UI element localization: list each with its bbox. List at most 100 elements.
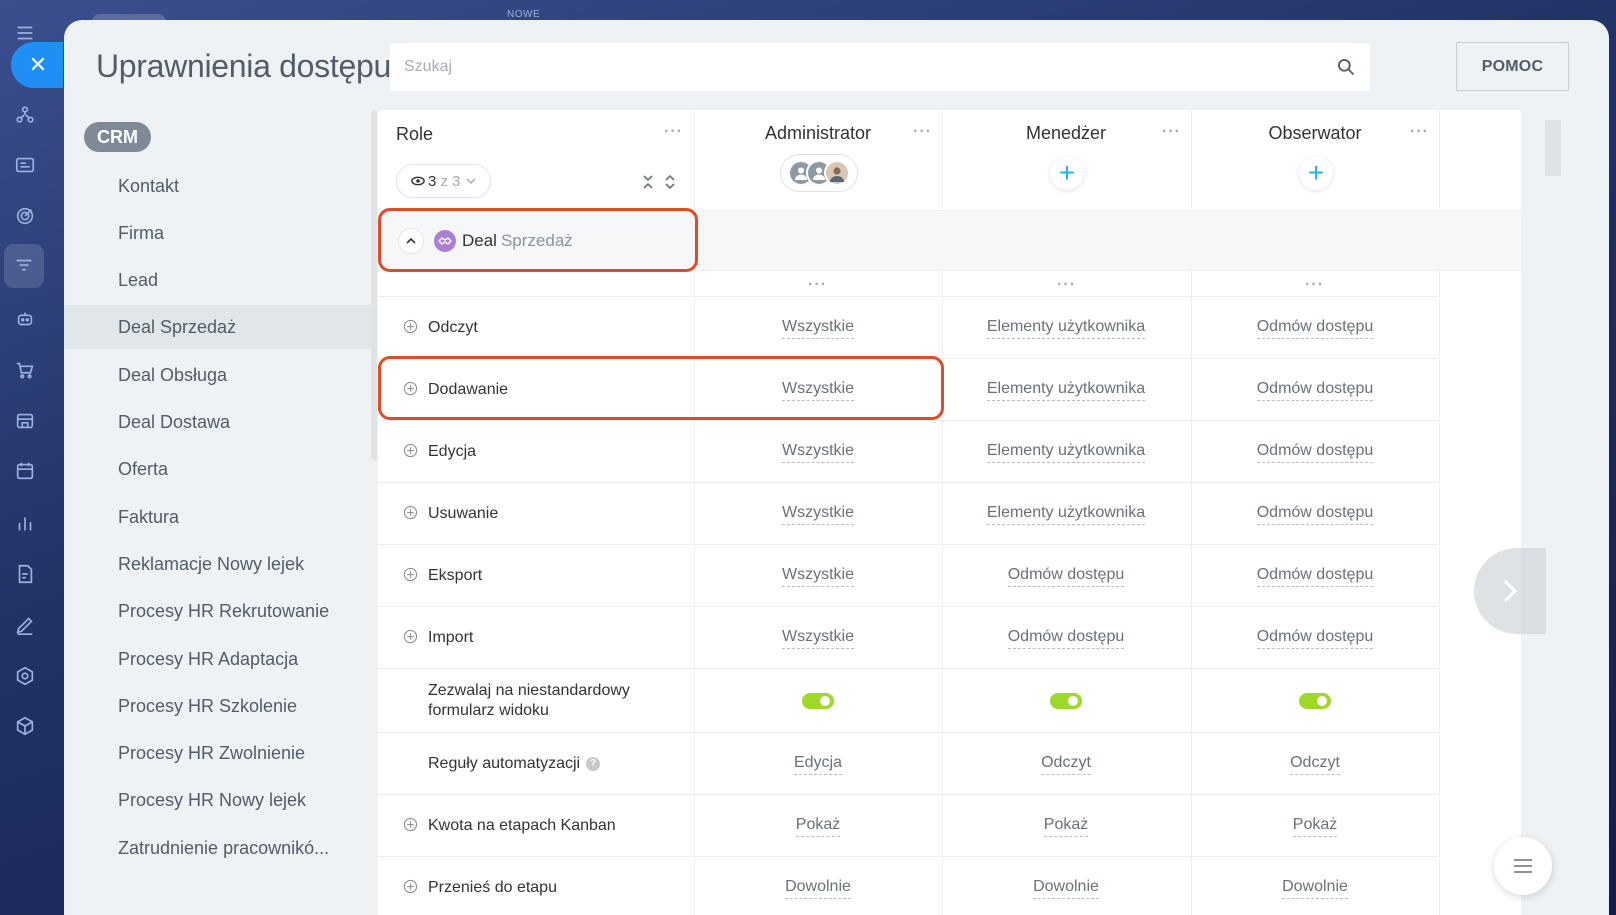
expand-row-icon[interactable]	[403, 505, 418, 520]
permission-select[interactable]: Odmów dostępu	[1256, 380, 1374, 401]
document-edit-icon[interactable]	[12, 561, 38, 587]
cube-icon[interactable]	[12, 713, 38, 739]
menu-item-hr-zwolnienie[interactable]: Procesy HR Zwolnienie	[64, 731, 371, 775]
permission-select[interactable]: Pokaż	[1292, 816, 1338, 837]
permission-select[interactable]: Pokaż	[1043, 816, 1089, 837]
roles-more-icon[interactable]: ···	[664, 124, 683, 140]
table-row: Kwota na etapach Kanban Pokaż Pokaż Poka…	[378, 794, 1438, 856]
menu-item-deal-dostawa[interactable]: Deal Dostawa	[64, 400, 371, 444]
search-input[interactable]	[390, 43, 1322, 91]
expand-row-icon[interactable]	[403, 879, 418, 894]
permission-select[interactable]: Wszystkie	[782, 504, 854, 525]
help-button[interactable]: POMOC	[1456, 42, 1569, 91]
menu-item-kontakt[interactable]: Kontakt	[64, 164, 371, 208]
permission-select[interactable]: Wszystkie	[782, 628, 854, 649]
role-column-menedzer[interactable]: Menedżer	[942, 123, 1190, 144]
permission-select[interactable]: Odmów dostępu	[1007, 628, 1125, 649]
permission-select[interactable]: Odmów dostępu	[1007, 566, 1125, 587]
add-member-button[interactable]: +	[1050, 156, 1084, 190]
custom-form-toggle[interactable]	[802, 693, 834, 709]
robot-icon[interactable]	[12, 306, 38, 332]
menu-scrollbar[interactable]	[371, 110, 377, 460]
menu-item-lead[interactable]: Lead	[64, 258, 371, 302]
menu-item-deal-sprzedaz[interactable]: Deal Sprzedaż	[64, 305, 371, 349]
menu-item-faktura[interactable]: Faktura	[64, 495, 371, 539]
collapse-all-icon[interactable]	[642, 174, 654, 190]
menu-item-hr-rekrutowanie[interactable]: Procesy HR Rekrutowanie	[64, 589, 371, 633]
hierarchy-icon[interactable]	[12, 102, 38, 128]
expand-row-icon[interactable]	[403, 817, 418, 832]
search-icon[interactable]	[1322, 43, 1370, 91]
permission-select[interactable]: Odczyt	[1041, 754, 1091, 775]
analytics-icon[interactable]	[12, 510, 38, 536]
menu-item-hr-nowy-lejek[interactable]: Procesy HR Nowy lejek	[64, 778, 371, 822]
permission-select[interactable]: Odmów dostępu	[1256, 318, 1374, 339]
permission-select[interactable]: Odmów dostępu	[1256, 566, 1374, 587]
menu-item-hr-adaptacja[interactable]: Procesy HR Adaptacja	[64, 637, 371, 681]
add-member-button[interactable]: +	[1299, 156, 1333, 190]
permission-select[interactable]: Pokaż	[795, 816, 841, 837]
permission-select[interactable]: Elementy użytkownika	[986, 318, 1146, 339]
menu-item-zatrudnienie[interactable]: Zatrudnienie pracownikó...	[64, 826, 371, 870]
menedzer-more-icon[interactable]: ···	[1162, 124, 1181, 140]
permission-select[interactable]: Elementy użytkownika	[986, 442, 1146, 463]
menu-item-reklamacje[interactable]: Reklamacje Nowy lejek	[64, 542, 371, 586]
entity-menu: CRM Kontakt Firma Lead Deal Sprzedaż Dea…	[64, 110, 377, 915]
permission-select[interactable]: Dowolnie	[1282, 878, 1348, 899]
permission-select[interactable]: Wszystkie	[782, 566, 854, 587]
table-row: Edycja Wszystkie Elementy użytkownika Od…	[378, 420, 1438, 482]
permission-select[interactable]: Wszystkie	[782, 318, 854, 339]
permission-select[interactable]: Elementy użytkownika	[986, 380, 1146, 401]
administrator-more-icon[interactable]: ···	[913, 124, 932, 140]
crm-badge[interactable]: CRM	[84, 122, 151, 152]
section-deal-sprzedaz[interactable]: Deal Sprzedaż	[378, 210, 694, 271]
expand-row-icon[interactable]	[403, 567, 418, 582]
obserwator-more-icon[interactable]: ···	[1410, 124, 1429, 140]
menu-item-deal-obsluga[interactable]: Deal Obsługa	[64, 353, 371, 397]
permission-select[interactable]: Wszystkie	[782, 442, 854, 463]
handshake-icon	[434, 229, 456, 252]
cart-icon[interactable]	[12, 357, 38, 383]
permission-select[interactable]: Edycja	[793, 754, 843, 775]
table-row: Dodawanie Wszystkie Elementy użytkownika…	[378, 358, 1438, 420]
custom-form-toggle[interactable]	[1050, 693, 1082, 709]
permission-select[interactable]: Wszystkie	[782, 380, 854, 401]
close-button[interactable]: ✕	[11, 42, 63, 88]
permission-select[interactable]: Odmów dostępu	[1256, 504, 1374, 525]
menu-item-oferta[interactable]: Oferta	[64, 447, 371, 491]
column-more-icon[interactable]: ···	[1305, 277, 1324, 293]
expand-row-icon[interactable]	[403, 319, 418, 334]
menu-item-firma[interactable]: Firma	[64, 211, 371, 255]
store-icon[interactable]	[12, 408, 38, 434]
expand-row-icon[interactable]	[403, 629, 418, 644]
help-question-icon[interactable]: ?	[586, 757, 601, 771]
menu-item-hr-szkolenie[interactable]: Procesy HR Szkolenie	[64, 684, 371, 728]
permissions-table: Role ··· 3 z 3 Administrator ··· Menedże…	[378, 110, 1521, 915]
menu-fab-button[interactable]	[1494, 837, 1552, 895]
permission-select[interactable]: Odmów dostępu	[1256, 628, 1374, 649]
pen-icon[interactable]	[12, 612, 38, 638]
permission-select[interactable]: Odmów dostępu	[1256, 442, 1374, 463]
funnel-icon[interactable]	[4, 244, 44, 288]
role-column-administrator[interactable]: Administrator	[694, 123, 942, 144]
permission-select[interactable]: Dowolnie	[785, 878, 851, 899]
expand-row-icon[interactable]	[403, 443, 418, 458]
custom-form-toggle[interactable]	[1299, 693, 1331, 709]
contacts-card-icon[interactable]	[12, 152, 38, 178]
role-filter[interactable]: 3 z 3	[396, 164, 491, 198]
table-row: Usuwanie Wszystkie Elementy użytkownika …	[378, 482, 1438, 544]
expand-row-icon[interactable]	[403, 381, 418, 396]
settings-hex-icon[interactable]	[12, 663, 38, 689]
panel-scrollbar[interactable]	[1545, 120, 1561, 176]
target-icon[interactable]	[12, 203, 38, 229]
column-more-icon[interactable]: ···	[1057, 277, 1076, 293]
expand-all-icon[interactable]	[664, 174, 676, 190]
permission-select[interactable]: Odczyt	[1290, 754, 1340, 775]
collapse-section-button[interactable]	[398, 227, 424, 254]
permission-select[interactable]: Dowolnie	[1033, 878, 1099, 899]
role-column-obserwator[interactable]: Obserwator	[1191, 123, 1439, 144]
column-more-icon[interactable]: ···	[808, 277, 827, 293]
permission-select[interactable]: Elementy użytkownika	[986, 504, 1146, 525]
administrator-members[interactable]	[780, 154, 858, 192]
calendar-icon[interactable]	[12, 458, 38, 484]
